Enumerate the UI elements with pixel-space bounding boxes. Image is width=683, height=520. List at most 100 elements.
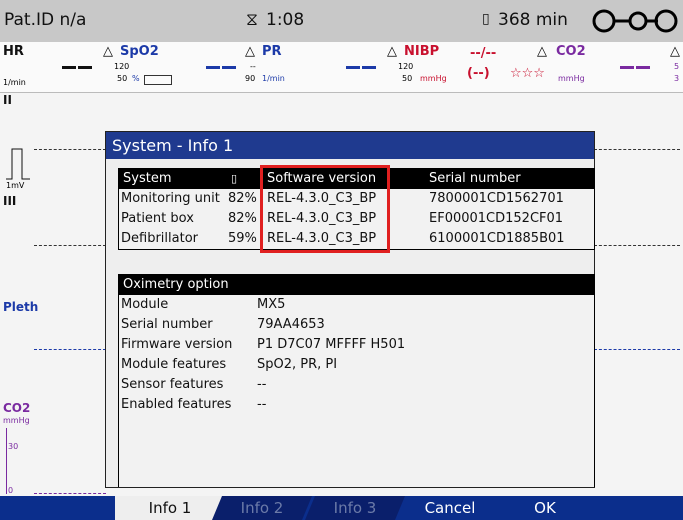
scale-bar-icon bbox=[6, 148, 30, 180]
ok-button[interactable]: OK bbox=[500, 496, 590, 520]
spo2-unit: % bbox=[132, 74, 140, 83]
row-value: MX5 bbox=[257, 297, 286, 312]
tab-info-2[interactable]: Info 2 bbox=[212, 496, 312, 520]
serial-number: EF00001CD152CF01 bbox=[429, 211, 564, 226]
lead-iii-trace bbox=[594, 245, 680, 246]
table-row: Sensor features -- bbox=[119, 375, 594, 395]
co2-wave-unit: mmHg bbox=[3, 416, 30, 425]
tab-info-3[interactable]: Info 3 bbox=[305, 496, 405, 520]
pr-unit: 1/min bbox=[262, 74, 285, 83]
co2-label: CO2 bbox=[556, 44, 586, 59]
row-value: 79AA4653 bbox=[257, 317, 325, 332]
row-value: -- bbox=[257, 397, 267, 412]
row-label: Firmware version bbox=[121, 337, 233, 352]
dialog-title-bar: System - Info 1 bbox=[106, 132, 594, 159]
hr-unit: 1/min bbox=[3, 78, 26, 87]
pr-alarm-low: 90 bbox=[245, 74, 256, 83]
tab-info-1[interactable]: Info 1 bbox=[115, 496, 225, 520]
dialog-title: System - Info 1 bbox=[112, 136, 234, 155]
row-value: -- bbox=[257, 377, 267, 392]
cancel-button[interactable]: Cancel bbox=[405, 496, 495, 520]
battery-time: 368 min bbox=[498, 10, 568, 30]
row-label: Sensor features bbox=[121, 377, 224, 392]
battery-icon: ▯ bbox=[231, 172, 238, 185]
system-name: Defibrillator bbox=[121, 231, 198, 246]
co2-alarm-low: 3 bbox=[674, 74, 680, 83]
row-label: Module features bbox=[121, 357, 227, 372]
co2-unit: mmHg bbox=[558, 74, 585, 83]
hourglass-icon: ⧖ bbox=[246, 10, 258, 30]
spo2-label: SpO2 bbox=[120, 44, 159, 59]
lead-iii-label: III bbox=[3, 194, 17, 208]
co2-value-dash bbox=[636, 66, 650, 69]
parameter-row: HR 1/min △ SpO2 120 50 % △ PR -- 90 1/mi… bbox=[0, 42, 683, 93]
pr-label: PR bbox=[262, 44, 282, 59]
nibp-unit: mmHg bbox=[420, 74, 447, 83]
spo2-bar bbox=[144, 75, 172, 85]
spo2-alarm-high: 120 bbox=[114, 62, 130, 71]
dialog-tab-bar: Info 1 Info 2 Info 3 Cancel OK bbox=[0, 496, 683, 520]
header-system: System bbox=[123, 171, 172, 186]
nibp-stars: ☆☆☆ bbox=[510, 66, 545, 81]
table-row: Module features SpO2, PR, PI bbox=[119, 355, 594, 375]
pleth-trace bbox=[594, 349, 680, 350]
connector-icon bbox=[592, 9, 678, 33]
co2-trace bbox=[34, 493, 106, 494]
nibp-value: --/-- bbox=[470, 46, 497, 61]
alarm-icon: △ bbox=[387, 44, 397, 59]
hr-label: HR bbox=[3, 44, 24, 59]
table-row: Enabled features -- bbox=[119, 395, 594, 415]
table-row: Serial number 79AA4653 bbox=[119, 315, 594, 335]
battery-level: 82% bbox=[228, 211, 257, 226]
table-row: Module MX5 bbox=[119, 295, 594, 315]
nibp-mean: (--) bbox=[467, 66, 490, 81]
spo2-value-dash bbox=[206, 66, 220, 69]
row-label: Module bbox=[121, 297, 169, 312]
status-bar: Pat.ID n/a ⧖ 1:08 ▯ 368 min bbox=[0, 0, 683, 43]
alarm-icon: △ bbox=[245, 44, 255, 59]
system-info-dialog: System - Info 1 System ▯ Software versio… bbox=[105, 131, 595, 488]
nibp-alarm-low: 50 bbox=[402, 74, 413, 83]
row-value: SpO2, PR, PI bbox=[257, 357, 338, 372]
co2-alarm-high: 5 bbox=[674, 62, 680, 71]
co2-wave-label: CO2 bbox=[3, 401, 31, 415]
row-label: Enabled features bbox=[121, 397, 232, 412]
co2-value-dash bbox=[620, 66, 634, 69]
nibp-label: NIBP bbox=[404, 44, 440, 59]
nibp-alarm-high: 120 bbox=[398, 62, 414, 71]
spo2-alarm-low: 50 bbox=[117, 74, 128, 83]
timer: 1:08 bbox=[266, 10, 305, 30]
spo2-value-dash bbox=[222, 66, 236, 69]
pr-value-dash bbox=[362, 66, 376, 69]
row-value: P1 D7C07 MFFFF H501 bbox=[257, 337, 406, 352]
lead-ii-trace bbox=[594, 149, 680, 150]
lead-iii-trace bbox=[34, 245, 106, 246]
highlight-box bbox=[260, 165, 390, 253]
pr-value-dash bbox=[346, 66, 360, 69]
hr-value-dash bbox=[78, 66, 92, 69]
oximetry-table: Oximetry option Module MX5 Serial number… bbox=[118, 274, 595, 487]
co2-tick-0: 0 bbox=[8, 486, 14, 495]
battery-icon: ▯ bbox=[482, 11, 490, 27]
co2-axis bbox=[6, 428, 7, 494]
oximetry-table-header: Oximetry option bbox=[119, 275, 594, 295]
lead-ii-trace bbox=[34, 149, 106, 150]
battery-level: 59% bbox=[228, 231, 257, 246]
battery-level: 82% bbox=[228, 191, 257, 206]
serial-number: 6100001CD1885B01 bbox=[429, 231, 565, 246]
lead-ii-label: II bbox=[3, 93, 12, 107]
patient-id: Pat.ID n/a bbox=[4, 10, 87, 30]
system-name: Monitoring unit bbox=[121, 191, 220, 206]
serial-number: 7800001CD1562701 bbox=[429, 191, 564, 206]
alarm-icon: △ bbox=[103, 44, 113, 59]
table-row: Firmware version P1 D7C07 MFFFF H501 bbox=[119, 335, 594, 355]
pleth-label: Pleth bbox=[3, 300, 39, 314]
row-label: Serial number bbox=[121, 317, 213, 332]
system-name: Patient box bbox=[121, 211, 194, 226]
co2-tick-30: 30 bbox=[8, 442, 19, 451]
pr-alarm-high: -- bbox=[250, 62, 256, 71]
alarm-icon: △ bbox=[537, 44, 547, 59]
alarm-icon: △ bbox=[670, 44, 680, 59]
header-oximetry-option: Oximetry option bbox=[123, 277, 229, 292]
header-serial-number: Serial number bbox=[429, 171, 521, 186]
